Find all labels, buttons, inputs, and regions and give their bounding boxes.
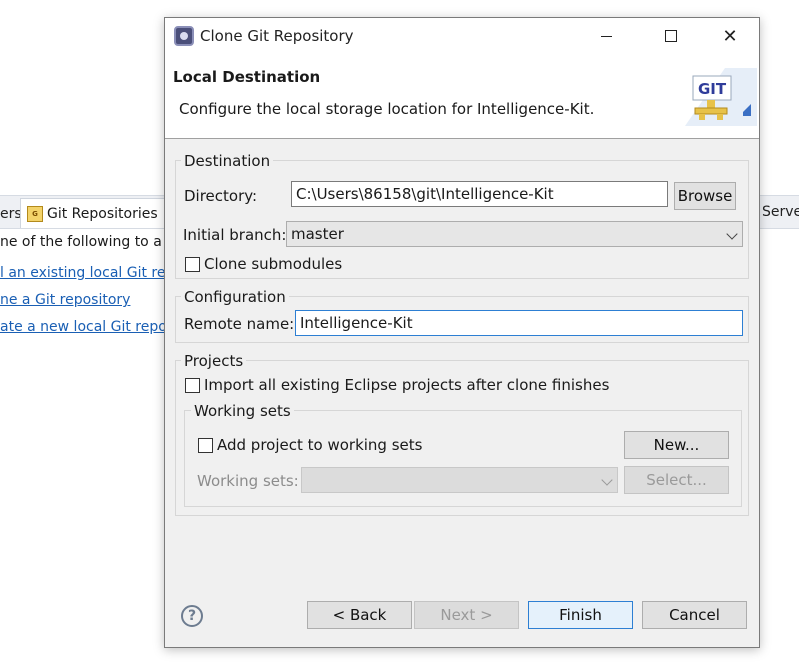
git-repositories-icon: G bbox=[27, 205, 43, 222]
projects-group-label: Projects bbox=[181, 352, 247, 370]
maximize-icon bbox=[665, 30, 677, 42]
minimize-icon bbox=[600, 35, 612, 37]
close-button[interactable]: ✕ bbox=[707, 20, 753, 52]
remote-name-label: Remote name: bbox=[184, 315, 295, 333]
wizard-footer: ? < Back Next > Finish Cancel bbox=[165, 569, 759, 647]
tab-git-repositories[interactable]: G Git Repositories bbox=[20, 198, 170, 228]
initial-branch-label: Initial branch: bbox=[183, 226, 287, 244]
next-button[interactable]: Next > bbox=[414, 601, 519, 629]
finish-button[interactable]: Finish bbox=[528, 601, 633, 629]
git-logo-icon: GIT bbox=[685, 68, 757, 126]
working-sets-select[interactable] bbox=[301, 467, 618, 493]
eclipse-app-icon bbox=[174, 26, 194, 46]
destination-group: Destination Directory: C:\Users\86158\gi… bbox=[175, 152, 749, 279]
directory-input[interactable]: C:\Users\86158\git\Intelligence-Kit bbox=[291, 181, 668, 207]
maximize-button[interactable] bbox=[648, 20, 694, 52]
wizard-page-title: Local Destination bbox=[173, 68, 321, 86]
remote-name-input[interactable]: Intelligence-Kit bbox=[295, 310, 743, 336]
browse-button[interactable]: Browse bbox=[674, 182, 736, 210]
minimize-button[interactable] bbox=[583, 20, 629, 52]
wizard-content: Destination Directory: C:\Users\86158\gi… bbox=[165, 139, 759, 569]
working-sets-group-label: Working sets bbox=[191, 402, 294, 420]
working-sets-label: Working sets: bbox=[197, 472, 299, 490]
link-add-existing-repo[interactable]: l an existing local Git re bbox=[0, 265, 165, 281]
close-icon: ✕ bbox=[722, 25, 738, 47]
configuration-group: Configuration Remote name: Intelligence-… bbox=[175, 288, 749, 343]
import-projects-checkbox[interactable] bbox=[185, 378, 200, 393]
add-to-working-sets-checkbox[interactable] bbox=[198, 438, 213, 453]
tab-git-repositories-label: Git Repositories bbox=[47, 205, 158, 222]
chevron-down-icon bbox=[601, 474, 613, 486]
back-button[interactable]: < Back bbox=[307, 601, 412, 629]
link-create-repo[interactable]: ate a new local Git repo bbox=[0, 319, 167, 335]
initial-branch-value: master bbox=[291, 225, 344, 243]
projects-group: Projects Import all existing Eclipse pro… bbox=[175, 352, 749, 516]
import-projects-label: Import all existing Eclipse projects aft… bbox=[204, 376, 610, 394]
dialog-title: Clone Git Repository bbox=[200, 27, 354, 45]
working-sets-group: Working sets Add project to working sets… bbox=[184, 402, 742, 507]
background-instruction-text: ne of the following to a bbox=[0, 234, 162, 250]
background-tab-partial[interactable]: ers bbox=[0, 206, 22, 222]
dialog-titlebar[interactable]: Clone Git Repository ✕ bbox=[165, 18, 759, 56]
select-working-sets-button[interactable]: Select... bbox=[624, 466, 729, 494]
wizard-header: Local Destination Configure the local st… bbox=[165, 56, 759, 139]
cancel-button[interactable]: Cancel bbox=[642, 601, 747, 629]
wizard-page-description: Configure the local storage location for… bbox=[179, 100, 595, 118]
directory-label: Directory: bbox=[184, 187, 258, 205]
clone-submodules-checkbox[interactable] bbox=[185, 257, 200, 272]
new-working-set-button[interactable]: New... bbox=[624, 431, 729, 459]
configuration-group-label: Configuration bbox=[181, 288, 289, 306]
background-tab-servers-partial[interactable]: Serve bbox=[762, 204, 799, 220]
destination-group-label: Destination bbox=[181, 152, 274, 170]
link-clone-repo[interactable]: ne a Git repository bbox=[0, 292, 130, 308]
add-to-working-sets-label: Add project to working sets bbox=[217, 436, 423, 454]
clone-git-repository-dialog: Clone Git Repository ✕ Local Destination… bbox=[164, 17, 760, 648]
initial-branch-select[interactable]: master bbox=[286, 221, 743, 247]
git-logo-text: GIT bbox=[698, 80, 727, 98]
help-icon[interactable]: ? bbox=[181, 605, 203, 627]
clone-submodules-label: Clone submodules bbox=[204, 255, 343, 273]
chevron-down-icon bbox=[726, 228, 738, 240]
